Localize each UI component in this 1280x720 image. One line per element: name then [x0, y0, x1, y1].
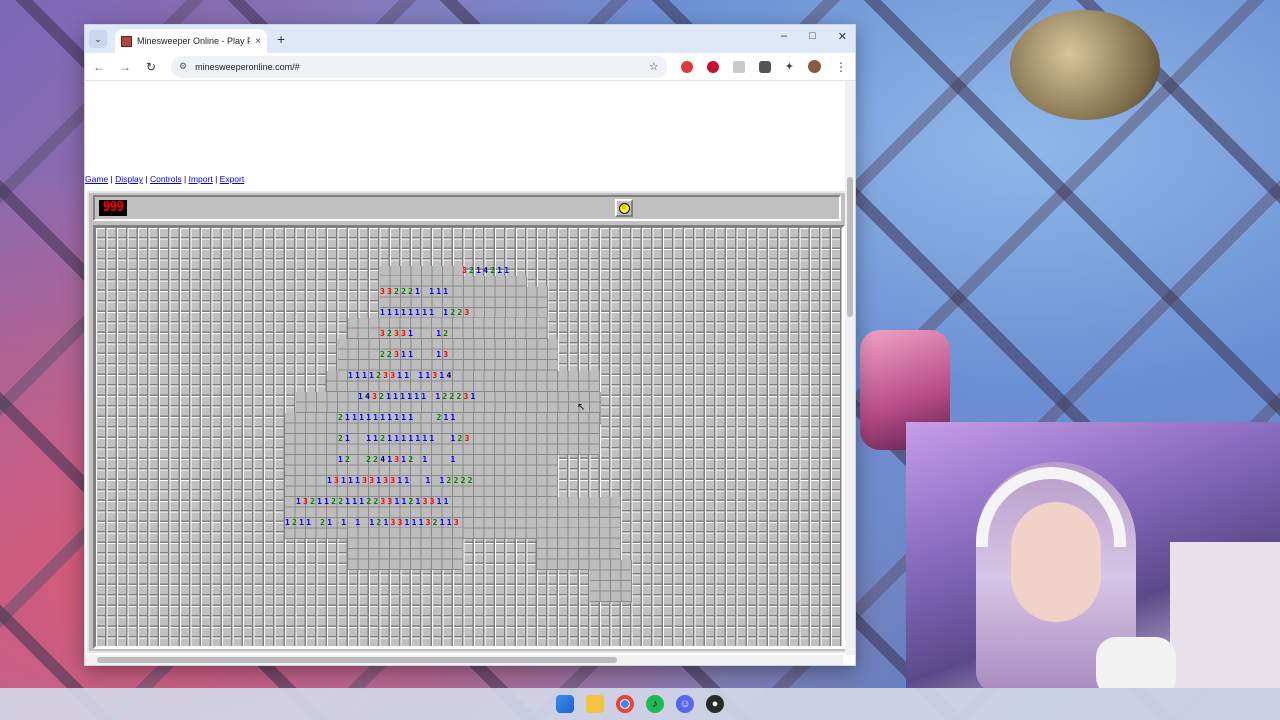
maximize-button[interactable]: □ [809, 30, 816, 43]
cell-number: 1 [476, 266, 484, 275]
back-button[interactable]: ← [93, 60, 105, 74]
extension-icon[interactable] [758, 60, 771, 73]
revealed-region [285, 455, 558, 497]
menu-import-link[interactable]: Import [189, 174, 213, 184]
tab-close-icon[interactable]: × [255, 36, 261, 47]
menu-separator: | [184, 174, 187, 184]
ad-space [85, 81, 855, 173]
reload-button[interactable]: ↻ [145, 60, 157, 74]
tab-minesweeper[interactable]: Minesweeper Online - Play Free × [115, 29, 267, 53]
webcam-shelf [1170, 542, 1280, 688]
cell-number: 1 [504, 266, 512, 275]
menu-separator: | [145, 174, 148, 184]
browser-toolbar: ← → ↻ ⚙ minesweeperonline.com/# ☆ ✦ ⋮ [85, 53, 855, 81]
menu-export-link[interactable]: Export [220, 174, 245, 184]
window-controls: – □ ✕ [781, 30, 847, 43]
extension-icon[interactable] [706, 60, 719, 73]
menu-separator: | [215, 174, 218, 184]
url-text[interactable]: minesweeperonline.com/# [195, 62, 641, 72]
menu-game-link[interactable]: Game [85, 174, 108, 184]
horizontal-scrollbar[interactable] [85, 655, 843, 665]
wallpaper-padlock [1010, 10, 1160, 120]
obs-icon[interactable]: ● [706, 695, 724, 713]
game-menu: Game | Display | Controls | Import | Exp… [85, 173, 855, 185]
face-button[interactable]: ☺ [615, 199, 633, 217]
revealed-region [348, 528, 463, 570]
cell-number: 1 [497, 266, 505, 275]
minesweeper-game: 999 ☺ 3214211 332221 111 11111111 1223 3… [87, 191, 847, 653]
revealed-region [285, 413, 600, 455]
extensions-puzzle-icon[interactable]: ✦ [785, 60, 794, 73]
menu-separator: | [110, 174, 113, 184]
cell-number: 2 [469, 266, 477, 275]
kebab-menu-icon[interactable]: ⋮ [835, 60, 847, 74]
discord-icon[interactable]: ☺ [676, 695, 694, 713]
smiley-face-icon: ☺ [618, 202, 630, 214]
minimize-button[interactable]: – [781, 30, 787, 43]
mouse-cursor-icon: ↖ [577, 402, 586, 413]
new-tab-button[interactable]: + [277, 31, 285, 47]
file-explorer-icon[interactable] [586, 695, 604, 713]
menu-display-link[interactable]: Display [115, 174, 143, 184]
chrome-icon[interactable] [616, 695, 634, 713]
microphone-icon [1096, 637, 1176, 688]
minefield-board[interactable]: 3214211 332221 111 11111111 1223 32331 12 22… [93, 225, 845, 649]
cell-number: 2 [490, 266, 498, 275]
minesweeper-favicon-icon [121, 35, 132, 47]
horizontal-scroll-thumb[interactable] [97, 657, 617, 663]
taskbar: ♪ ☺ ● [0, 688, 1280, 720]
extension-icon[interactable] [680, 60, 693, 73]
close-window-button[interactable]: ✕ [838, 30, 847, 43]
tab-title: Minesweeper Online - Play Free [137, 36, 251, 46]
tab-search-button[interactable]: ⌄ [89, 30, 107, 48]
tab-strip: ⌄ Minesweeper Online - Play Free × + – □… [85, 25, 855, 53]
webcam-overlay [906, 422, 1280, 688]
bookmark-star-icon[interactable]: ☆ [649, 60, 659, 73]
forward-button[interactable]: → [119, 60, 131, 74]
vertical-scroll-thumb[interactable] [847, 177, 853, 317]
extension-icon[interactable] [732, 60, 745, 73]
game-header: 999 ☺ [93, 195, 841, 221]
cell-number: 4 [483, 266, 491, 275]
avatar[interactable] [808, 60, 821, 73]
spotify-icon[interactable]: ♪ [646, 695, 664, 713]
windows-start-icon[interactable] [556, 695, 574, 713]
vertical-scrollbar[interactable] [845, 81, 855, 655]
mine-counter: 999 [99, 200, 127, 216]
address-bar[interactable]: ⚙ minesweeperonline.com/# ☆ [171, 55, 667, 78]
menu-controls-link[interactable]: Controls [150, 174, 182, 184]
site-info-icon[interactable]: ⚙ [179, 61, 187, 72]
browser-window: ⌄ Minesweeper Online - Play Free × + – □… [84, 24, 856, 666]
page-viewport: Game | Display | Controls | Import | Exp… [85, 81, 855, 665]
revealed-region [590, 560, 632, 602]
